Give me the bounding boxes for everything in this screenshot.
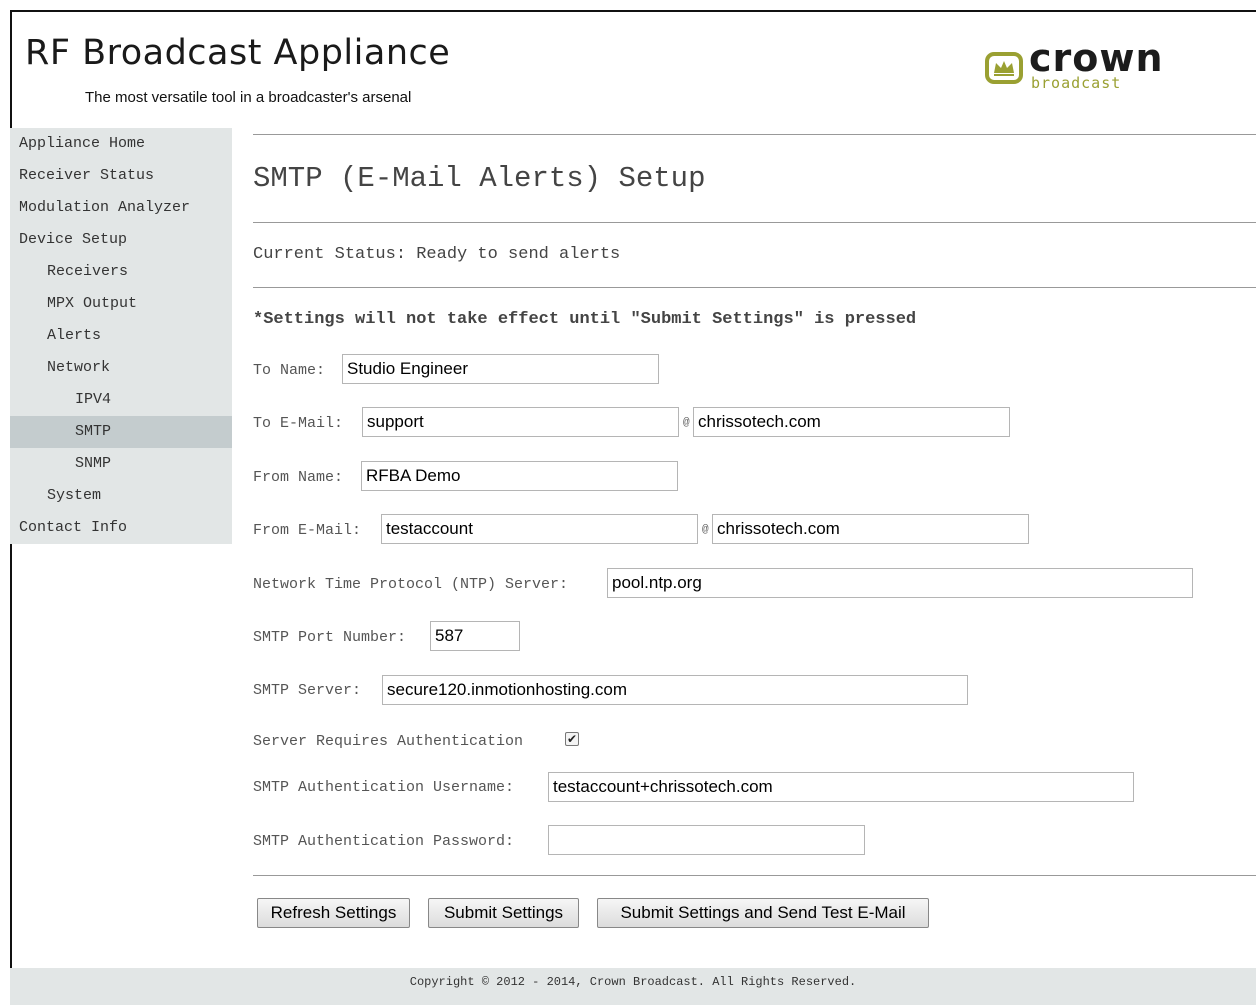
at-sign: @ — [683, 417, 690, 429]
ntp-server-field[interactable]: pool.ntp.org — [607, 568, 1193, 598]
ntp-server-label: Network Time Protocol (NTP) Server: — [253, 576, 569, 593]
auth-password-field[interactable] — [548, 825, 865, 855]
smtp-port-label: SMTP Port Number: — [253, 629, 407, 646]
to-name-label: To Name: — [253, 362, 326, 379]
sidebar-item-smtp[interactable]: SMTP — [10, 416, 232, 448]
from-email-domain-field[interactable]: chrissotech.com — [712, 514, 1029, 544]
at-sign: @ — [702, 524, 709, 536]
to-name-field[interactable]: Studio Engineer — [342, 354, 659, 384]
refresh-settings-button[interactable]: Refresh Settings — [257, 898, 410, 928]
sidebar-item-system[interactable]: System — [10, 480, 232, 512]
from-email-user-field[interactable]: testaccount — [381, 514, 698, 544]
from-email-label: From E-Mail: — [253, 522, 362, 539]
smtp-port-field[interactable]: 587 — [430, 621, 520, 651]
app-title: RF Broadcast Appliance — [25, 33, 451, 73]
from-name-field[interactable]: RFBA Demo — [361, 461, 678, 491]
smtp-server-label: SMTP Server: — [253, 682, 362, 699]
crown-icon — [985, 52, 1023, 84]
sidebar-item-receivers[interactable]: Receivers — [10, 256, 232, 288]
divider — [253, 287, 1256, 288]
sidebar-item-alerts[interactable]: Alerts — [10, 320, 232, 352]
sidebar-item-network[interactable]: Network — [10, 352, 232, 384]
sidebar-item-device-setup[interactable]: Device Setup — [10, 224, 232, 256]
auth-required-label: Server Requires Authentication — [253, 733, 524, 750]
sidebar-item-modulation-analyzer[interactable]: Modulation Analyzer — [10, 192, 232, 224]
sidebar-item-appliance-home[interactable]: Appliance Home — [10, 128, 232, 160]
divider — [253, 875, 1256, 876]
crown-broadcast-logo: crown broadcast — [985, 36, 1185, 100]
auth-password-label: SMTP Authentication Password: — [253, 833, 515, 850]
submit-settings-button[interactable]: Submit Settings — [428, 898, 579, 928]
to-email-domain-field[interactable]: chrissotech.com — [693, 407, 1010, 437]
from-name-label: From Name: — [253, 469, 344, 486]
sidebar-item-mpx-output[interactable]: MPX Output — [10, 288, 232, 320]
sidebar-item-contact-info[interactable]: Contact Info — [10, 512, 232, 544]
auth-username-field[interactable]: testaccount+chrissotech.com — [548, 772, 1134, 802]
sidebar-nav: Appliance Home Receiver Status Modulatio… — [10, 128, 232, 544]
logo-word-broadcast: broadcast — [1031, 74, 1122, 92]
auth-username-label: SMTP Authentication Username: — [253, 779, 515, 796]
divider — [253, 134, 1256, 135]
sidebar-item-receiver-status[interactable]: Receiver Status — [10, 160, 232, 192]
sidebar-item-snmp[interactable]: SNMP — [10, 448, 232, 480]
divider — [253, 222, 1256, 223]
sidebar-item-ipv4[interactable]: IPV4 — [10, 384, 232, 416]
app-tagline: The most versatile tool in a broadcaster… — [85, 89, 412, 106]
status-text: Current Status: Ready to send alerts — [253, 245, 621, 264]
footer-copyright: Copyright © 2012 - 2014, Crown Broadcast… — [10, 968, 1256, 1005]
smtp-server-field[interactable]: secure120.inmotionhosting.com — [382, 675, 968, 705]
to-email-label: To E-Mail: — [253, 415, 344, 432]
to-email-user-field[interactable]: support — [362, 407, 679, 437]
page-title: SMTP (E-Mail Alerts) Setup — [253, 162, 706, 195]
settings-note: *Settings will not take effect until "Su… — [253, 310, 917, 329]
auth-required-checkbox[interactable]: ✔ — [565, 732, 579, 746]
submit-and-test-button[interactable]: Submit Settings and Send Test E-Mail — [597, 898, 929, 928]
